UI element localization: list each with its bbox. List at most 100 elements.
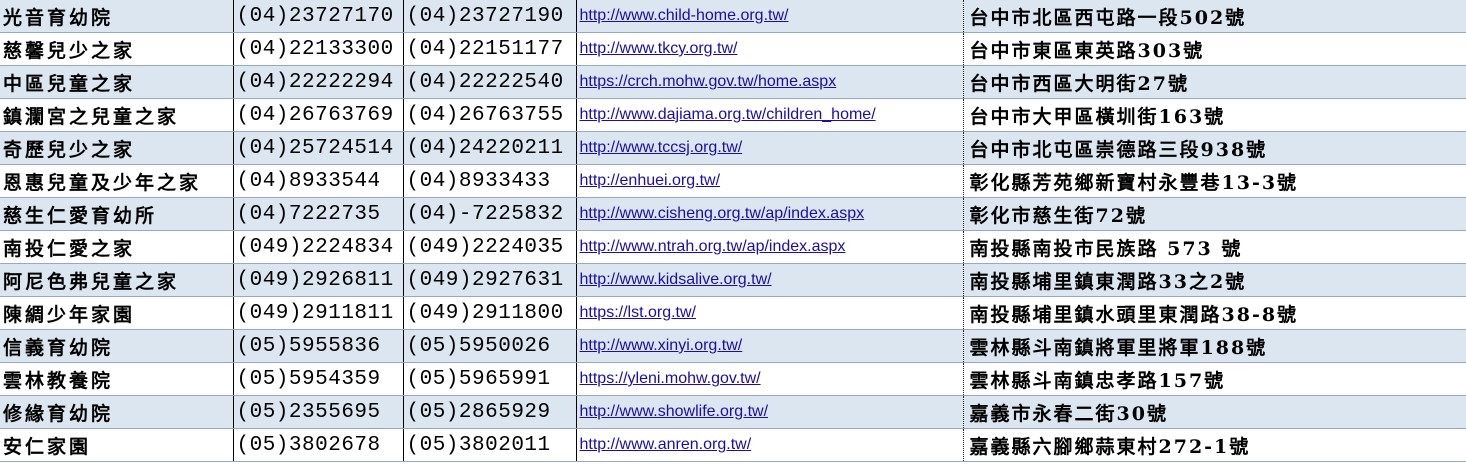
cell-url[interactable]: https://crch.mohw.gov.tw/home.aspx: [576, 65, 964, 99]
cell-name[interactable]: 阿尼色弗兒童之家: [0, 263, 234, 297]
cell-fax[interactable]: (05)5950026: [403, 329, 577, 363]
website-link[interactable]: http://enhuei.org.tw/: [580, 172, 721, 189]
cell-address[interactable]: 台中市北屯區崇德路三段938號: [963, 131, 1466, 165]
cell-tel[interactable]: (04)22222294: [233, 65, 404, 99]
table-row: 慈馨兒少之家 (04)22133300 (04)22151177 http://…: [0, 32, 1466, 66]
cell-name[interactable]: 慈生仁愛育幼所: [0, 197, 234, 231]
cell-name[interactable]: 奇歷兒少之家: [0, 131, 234, 165]
website-link[interactable]: https://lst.org.tw/: [580, 304, 696, 321]
table-row: 修緣育幼院 (05)2355695 (05)2865929 http://www…: [0, 395, 1466, 429]
cell-fax[interactable]: (049)2911800: [403, 296, 577, 330]
cell-address[interactable]: 嘉義市永春二街30號: [963, 395, 1466, 429]
cell-url[interactable]: http://www.ntrah.org.tw/ap/index.aspx: [576, 230, 964, 264]
cell-address[interactable]: 嘉義縣六腳鄉蒜東村272-1號: [963, 428, 1466, 462]
cell-name[interactable]: 中區兒童之家: [0, 65, 234, 99]
cell-name[interactable]: 鎮瀾宮之兒童之家: [0, 98, 234, 132]
table-row: 光音育幼院 (04)23727170 (04)23727190 http://w…: [0, 0, 1466, 33]
cell-tel[interactable]: (05)3802678: [233, 428, 404, 462]
cell-fax[interactable]: (05)2865929: [403, 395, 577, 429]
cell-address[interactable]: 台中市北區西屯路一段502號: [963, 0, 1466, 33]
table-row: 阿尼色弗兒童之家 (049)2926811 (049)2927631 http:…: [0, 263, 1466, 297]
table-row: 恩惠兒童及少年之家 (04)8933544 (04)8933433 http:/…: [0, 164, 1466, 198]
cell-address[interactable]: 南投縣埔里鎮東潤路33之2號: [963, 263, 1466, 297]
website-link[interactable]: http://www.dajiama.org.tw/children_home/: [580, 106, 876, 123]
cell-fax[interactable]: (04)26763755: [403, 98, 577, 132]
cell-address[interactable]: 南投縣埔里鎮水頭里東潤路38-8號: [963, 296, 1466, 330]
website-link[interactable]: https://crch.mohw.gov.tw/home.aspx: [580, 73, 837, 90]
table-row: 雲林教養院 (05)5954359 (05)5965991 https://yl…: [0, 362, 1466, 396]
cell-name[interactable]: 慈馨兒少之家: [0, 32, 234, 66]
table-row: 慈生仁愛育幼所 (04)7222735 (04)-7225832 http://…: [0, 197, 1466, 231]
cell-fax[interactable]: (04)22151177: [403, 32, 577, 66]
cell-url[interactable]: http://www.xinyi.org.tw/: [576, 329, 964, 363]
website-link[interactable]: http://www.anren.org.tw/: [580, 436, 752, 453]
cell-tel[interactable]: (04)23727170: [233, 0, 404, 33]
table-row: 信義育幼院 (05)5955836 (05)5950026 http://www…: [0, 329, 1466, 363]
cell-tel[interactable]: (04)8933544: [233, 164, 404, 198]
cell-fax[interactable]: (049)2927631: [403, 263, 577, 297]
website-link[interactable]: http://www.child-home.org.tw/: [580, 7, 789, 24]
table-row: 鎮瀾宮之兒童之家 (04)26763769 (04)26763755 http:…: [0, 98, 1466, 132]
cell-url[interactable]: http://www.showlife.org.tw/: [576, 395, 964, 429]
cell-tel[interactable]: (049)2911811: [233, 296, 404, 330]
website-link[interactable]: http://www.showlife.org.tw/: [580, 403, 769, 420]
cell-url[interactable]: http://www.tccsj.org.tw/: [576, 131, 964, 165]
cell-fax[interactable]: (049)2224035: [403, 230, 577, 264]
cell-url[interactable]: https://lst.org.tw/: [576, 296, 964, 330]
table-row: 安仁家園 (05)3802678 (05)3802011 http://www.…: [0, 428, 1466, 462]
cell-fax[interactable]: (05)3802011: [403, 428, 577, 462]
cell-tel[interactable]: (04)7222735: [233, 197, 404, 231]
cell-address[interactable]: 台中市西區大明街27號: [963, 65, 1466, 99]
table-row: 陳綢少年家園 (049)2911811 (049)2911800 https:/…: [0, 296, 1466, 330]
cell-fax[interactable]: (04)23727190: [403, 0, 577, 33]
cell-tel[interactable]: (05)2355695: [233, 395, 404, 429]
cell-address[interactable]: 彰化市慈生街72號: [963, 197, 1466, 231]
cell-address[interactable]: 雲林縣斗南鎮將軍里將軍188號: [963, 329, 1466, 363]
website-link[interactable]: https://yleni.mohw.gov.tw/: [580, 370, 761, 387]
cell-name[interactable]: 光音育幼院: [0, 0, 234, 33]
cell-tel[interactable]: (04)25724514: [233, 131, 404, 165]
table-body: 光音育幼院 (04)23727170 (04)23727190 http://w…: [0, 0, 1466, 462]
cell-address[interactable]: 台中市大甲區橫圳街163號: [963, 98, 1466, 132]
cell-fax[interactable]: (04)-7225832: [403, 197, 577, 231]
cell-fax[interactable]: (05)5965991: [403, 362, 577, 396]
cell-url[interactable]: http://www.dajiama.org.tw/children_home/: [576, 98, 964, 132]
cell-name[interactable]: 修緣育幼院: [0, 395, 234, 429]
cell-url[interactable]: http://enhuei.org.tw/: [576, 164, 964, 198]
cell-url[interactable]: http://www.child-home.org.tw/: [576, 0, 964, 33]
cell-address[interactable]: 南投縣南投市民族路 573 號: [963, 230, 1466, 264]
cell-tel[interactable]: (05)5955836: [233, 329, 404, 363]
cell-address[interactable]: 彰化縣芳苑鄉新寶村永豐巷13-3號: [963, 164, 1466, 198]
table-row: 中區兒童之家 (04)22222294 (04)22222540 https:/…: [0, 65, 1466, 99]
website-link[interactable]: http://www.ntrah.org.tw/ap/index.aspx: [580, 238, 846, 255]
cell-url[interactable]: http://www.kidsalive.org.tw/: [576, 263, 964, 297]
cell-fax[interactable]: (04)22222540: [403, 65, 577, 99]
cell-tel[interactable]: (04)22133300: [233, 32, 404, 66]
cell-name[interactable]: 雲林教養院: [0, 362, 234, 396]
cell-url[interactable]: http://www.anren.org.tw/: [576, 428, 964, 462]
cell-address[interactable]: 雲林縣斗南鎮忠孝路157號: [963, 362, 1466, 396]
cell-tel[interactable]: (049)2224834: [233, 230, 404, 264]
cell-tel[interactable]: (049)2926811: [233, 263, 404, 297]
cell-name[interactable]: 安仁家園: [0, 428, 234, 462]
website-link[interactable]: http://www.cisheng.org.tw/ap/index.aspx: [580, 205, 865, 222]
cell-url[interactable]: https://yleni.mohw.gov.tw/: [576, 362, 964, 396]
table-row: 南投仁愛之家 (049)2224834 (049)2224035 http://…: [0, 230, 1466, 264]
cell-fax[interactable]: (04)8933433: [403, 164, 577, 198]
cell-tel[interactable]: (05)5954359: [233, 362, 404, 396]
cell-name[interactable]: 陳綢少年家園: [0, 296, 234, 330]
website-link[interactable]: http://www.tccsj.org.tw/: [580, 139, 743, 156]
cell-tel[interactable]: (04)26763769: [233, 98, 404, 132]
cell-url[interactable]: http://www.tkcy.org.tw/: [576, 32, 964, 66]
cell-name[interactable]: 信義育幼院: [0, 329, 234, 363]
cell-fax[interactable]: (04)24220211: [403, 131, 577, 165]
table-row: 奇歷兒少之家 (04)25724514 (04)24220211 http://…: [0, 131, 1466, 165]
spreadsheet-table: 光音育幼院 (04)23727170 (04)23727190 http://w…: [0, 0, 1466, 462]
cell-name[interactable]: 南投仁愛之家: [0, 230, 234, 264]
cell-url[interactable]: http://www.cisheng.org.tw/ap/index.aspx: [576, 197, 964, 231]
cell-name[interactable]: 恩惠兒童及少年之家: [0, 164, 234, 198]
cell-address[interactable]: 台中市東區東英路303號: [963, 32, 1466, 66]
website-link[interactable]: http://www.kidsalive.org.tw/: [580, 271, 772, 288]
website-link[interactable]: http://www.tkcy.org.tw/: [580, 40, 738, 57]
website-link[interactable]: http://www.xinyi.org.tw/: [580, 337, 743, 354]
